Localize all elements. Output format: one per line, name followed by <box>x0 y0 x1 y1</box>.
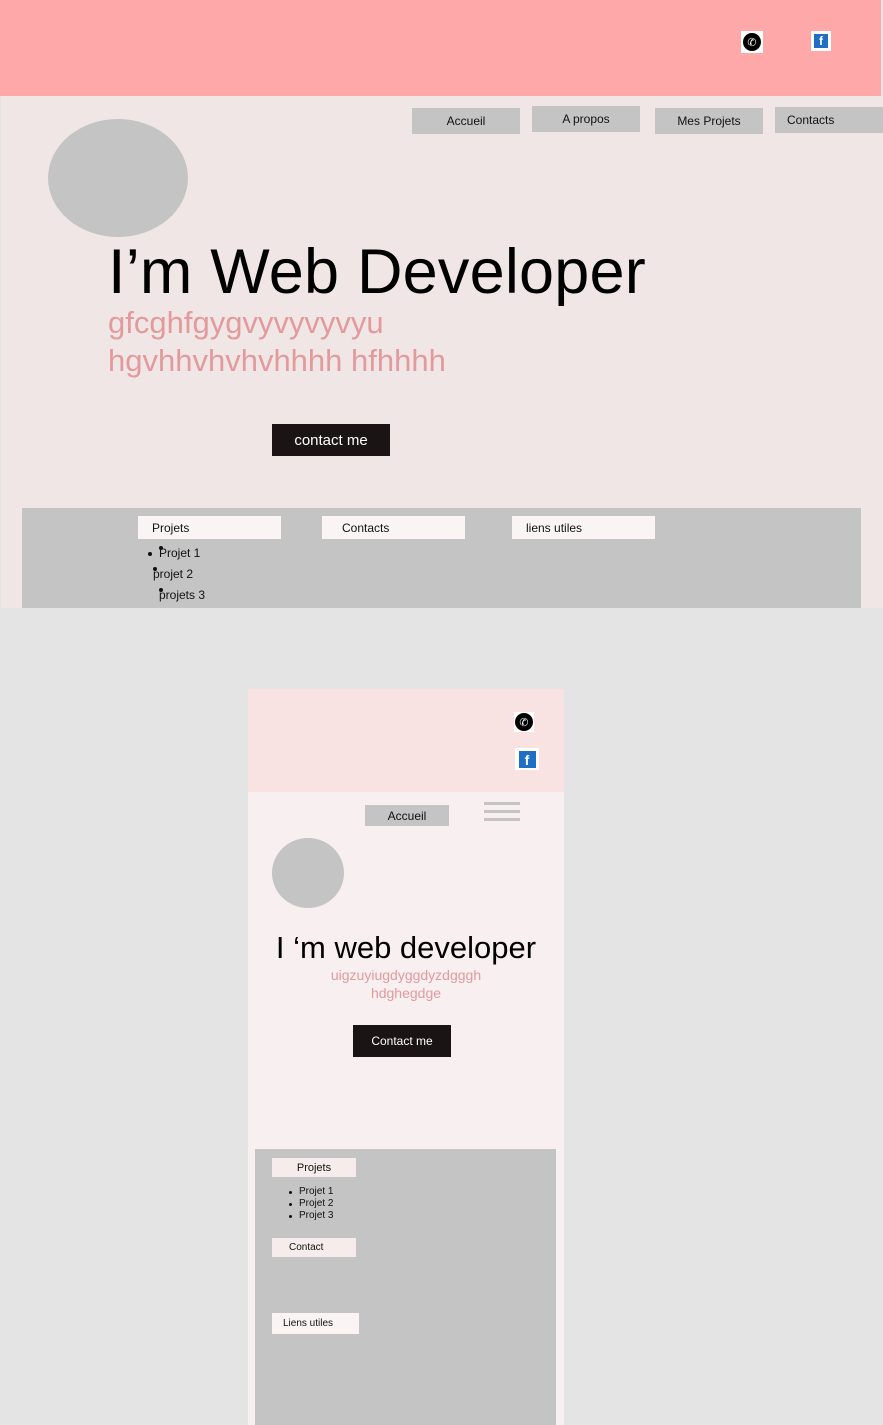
list-item[interactable]: projet 2 <box>145 567 205 588</box>
mobile-header <box>248 689 564 792</box>
hero-subtitle-line-2: hgvhhvhvhvhhhh hfhhhh <box>108 343 446 378</box>
mobile-hero-subtitle-line-1: uigzuyiugdyggdyzdgggh <box>330 967 482 983</box>
hamburger-menu-icon[interactable] <box>484 802 520 826</box>
project-link-3[interactable]: projets 3 <box>159 588 205 602</box>
nav-a-propos[interactable]: A propos <box>532 106 640 132</box>
footer-tab-projets[interactable]: Projets <box>138 516 281 539</box>
mobile-project-link-1[interactable]: Projet 1 <box>299 1186 333 1197</box>
facebook-glyph: f <box>814 34 828 48</box>
footer-project-list: Projet 1 projet 2 projets 3 <box>148 546 205 609</box>
list-item[interactable]: Projet 2 <box>289 1198 333 1210</box>
mobile-project-link-3[interactable]: Projet 3 <box>299 1210 333 1221</box>
mobile-footer-tab-projets[interactable]: Projets <box>272 1158 356 1177</box>
hero-subtitle: gfcghfgygvyvyvyvyu hgvhhvhvhvhhhh hfhhhh <box>108 304 528 380</box>
list-item[interactable]: Projet 1 <box>289 1186 333 1198</box>
mobile-footer-tab-liens-utiles[interactable]: Liens utiles <box>272 1313 359 1334</box>
whatsapp-glyph: ✆ <box>743 33 761 51</box>
mobile-hero-title: I ‘m web developer <box>275 930 537 965</box>
facebook-icon[interactable]: f <box>811 31 831 51</box>
nav-accueil[interactable]: Accueil <box>412 108 520 134</box>
mobile-nav-accueil[interactable]: Accueil <box>365 805 449 826</box>
mobile-avatar <box>272 838 344 908</box>
footer-tab-contacts[interactable]: Contacts <box>322 516 465 539</box>
list-item[interactable]: Projet 3 <box>289 1210 333 1222</box>
mobile-project-list: Projet 1 Projet 2 Projet 3 <box>289 1186 333 1222</box>
project-link-1[interactable]: Projet 1 <box>159 546 200 560</box>
nav-mes-projets[interactable]: Mes Projets <box>655 108 763 134</box>
mobile-facebook-icon[interactable]: f <box>515 748 539 770</box>
facebook-glyph: f <box>518 750 536 768</box>
list-item[interactable]: Projet 1 <box>148 546 205 567</box>
mobile-project-link-2[interactable]: Projet 2 <box>299 1198 333 1209</box>
mobile-whatsapp-icon[interactable]: ✆ <box>514 712 534 732</box>
project-link-2[interactable]: projet 2 <box>153 567 193 581</box>
mobile-hero-subtitle: uigzuyiugdyggdyzdgggh hdghegdge <box>248 966 564 1002</box>
avatar <box>48 119 188 237</box>
mobile-footer-tab-contact[interactable]: Contact <box>272 1238 356 1257</box>
mobile-hero-subtitle-line-2: hdghegdge <box>370 985 442 1001</box>
whatsapp-glyph: ✆ <box>515 713 533 731</box>
hero-subtitle-line-1: gfcghfgygvyvyvyvyu <box>108 305 384 340</box>
mobile-contact-me-button[interactable]: Contact me <box>353 1025 451 1057</box>
nav-contacts[interactable]: Contacts <box>775 107 883 133</box>
hero-title: I’m Web Developer <box>108 237 646 307</box>
contact-me-button[interactable]: contact me <box>272 424 390 456</box>
whatsapp-icon[interactable]: ✆ <box>741 31 763 53</box>
list-item[interactable]: projets 3 <box>148 588 205 609</box>
footer-tab-liens-utiles[interactable]: liens utiles <box>512 516 655 539</box>
